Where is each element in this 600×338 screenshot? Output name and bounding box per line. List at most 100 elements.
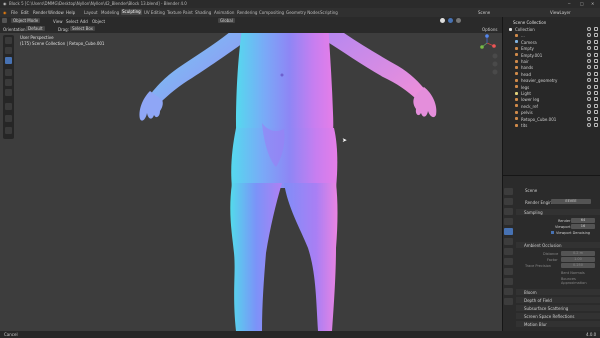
render-visibility-icon[interactable]: [594, 46, 598, 51]
render-tab-icon[interactable]: [504, 198, 513, 205]
tab-sculpting[interactable]: Sculpting: [121, 9, 142, 15]
constraints-tab-icon[interactable]: [504, 288, 513, 295]
eye-icon[interactable]: [587, 52, 591, 57]
annotate-tool-icon[interactable]: [5, 103, 12, 110]
outliner-item[interactable]: head: [503, 71, 600, 77]
orientation-dropdown[interactable]: Default: [26, 26, 45, 31]
outliner-item[interactable]: neck_ref: [503, 103, 600, 109]
menu-help[interactable]: Help: [66, 10, 75, 15]
eye-icon[interactable]: [587, 33, 591, 38]
3d-viewport[interactable]: User Perspective (175) Scene Collection …: [0, 33, 502, 331]
editor-type-icon[interactable]: [2, 18, 7, 23]
outliner-item[interactable]: Retopo_Cube.001: [503, 116, 600, 122]
render-visibility-icon[interactable]: [594, 91, 598, 95]
menu-select[interactable]: Select: [66, 19, 78, 24]
solid-shading-icon[interactable]: [440, 18, 445, 23]
scene-selector[interactable]: Scene: [478, 10, 490, 15]
eye-icon[interactable]: [587, 78, 591, 83]
outliner-item[interactable]: Collection: [503, 26, 600, 32]
menu-object[interactable]: Object: [92, 19, 105, 24]
tab-uv-editing[interactable]: UV Editing: [144, 10, 165, 15]
rendered-shading-icon[interactable]: [456, 18, 461, 23]
physics-tab-icon[interactable]: [504, 278, 513, 285]
minimize-button[interactable]: ─: [568, 1, 570, 6]
eye-icon[interactable]: [587, 97, 591, 102]
navigation-gizmo[interactable]: [476, 34, 500, 80]
render-engine-dropdown[interactable]: EEVEE: [551, 199, 591, 204]
menu-file[interactable]: File: [11, 10, 18, 15]
render-visibility-icon[interactable]: [594, 39, 598, 44]
outliner-item[interactable]: Empty.001: [503, 52, 600, 58]
render-visibility-icon[interactable]: [594, 103, 598, 108]
render-visibility-icon[interactable]: [594, 65, 598, 70]
render-visibility-icon[interactable]: [594, 71, 598, 76]
tab-geometry-nodes[interactable]: Geometry Nodes: [286, 10, 320, 15]
measure-tool-icon[interactable]: [5, 115, 12, 122]
material-shading-icon[interactable]: [448, 18, 453, 23]
eye-icon[interactable]: [587, 39, 591, 44]
eye-icon[interactable]: [587, 110, 591, 115]
render-visibility-icon[interactable]: [594, 97, 598, 102]
distance-field[interactable]: 0.2 m: [561, 251, 595, 256]
ambient-occlusion-section[interactable]: Ambient Occlusion: [516, 242, 600, 248]
drag-dropdown[interactable]: Select Box: [70, 26, 96, 31]
render-visibility-icon[interactable]: [594, 59, 598, 63]
bounces-approx-checkbox[interactable]: Bounces Approximation: [561, 277, 600, 285]
render-visibility-icon[interactable]: [594, 52, 598, 57]
select-tool-icon[interactable]: [5, 37, 12, 44]
eye-icon[interactable]: [587, 123, 591, 127]
scale-tool-icon[interactable]: [5, 79, 12, 86]
tab-texture-paint[interactable]: Texture Paint: [167, 10, 193, 15]
transform-tool-icon[interactable]: [5, 89, 12, 96]
transform-orientation[interactable]: Global: [218, 18, 235, 23]
menu-window[interactable]: Window: [48, 10, 64, 15]
eye-icon[interactable]: [587, 46, 591, 51]
maximize-button[interactable]: □: [580, 1, 584, 6]
render-samples-field[interactable]: 64: [571, 218, 595, 223]
viewport-denoising-checkbox[interactable]: [551, 231, 554, 234]
close-button[interactable]: ✕: [591, 1, 594, 6]
render-visibility-icon[interactable]: [594, 110, 598, 115]
subsurface-section[interactable]: Subsurface Scattering: [516, 305, 600, 311]
eye-icon[interactable]: [587, 71, 591, 76]
options-dropdown[interactable]: Options: [482, 27, 497, 32]
outliner-item[interactable]: Light: [503, 90, 600, 96]
add-cube-tool-icon[interactable]: [5, 127, 12, 134]
render-visibility-icon[interactable]: [594, 27, 598, 31]
factor-field[interactable]: 1.00: [561, 257, 595, 262]
outliner-item[interactable]: ...: [503, 32, 600, 38]
cursor-tool-icon[interactable]: [5, 47, 12, 54]
tab-rendering[interactable]: Rendering: [237, 10, 257, 15]
tab-shading[interactable]: Shading: [195, 10, 211, 15]
viewport-samples-field[interactable]: 16: [571, 224, 595, 229]
depth-of-field-section[interactable]: Depth of Field: [516, 297, 600, 303]
render-visibility-icon[interactable]: [594, 84, 598, 89]
tab-animation[interactable]: Animation: [214, 10, 234, 15]
world-tab-icon[interactable]: [504, 238, 513, 245]
blender-menu-icon[interactable]: ◉: [3, 10, 7, 15]
eye-icon[interactable]: [587, 59, 591, 63]
menu-view[interactable]: View: [53, 19, 63, 24]
object-tab-icon[interactable]: [504, 248, 513, 255]
data-tab-icon[interactable]: [504, 298, 513, 305]
menu-add[interactable]: Add: [80, 19, 88, 24]
move-tool-icon[interactable]: [5, 57, 12, 64]
tab-compositing[interactable]: Compositing: [259, 10, 284, 15]
eye-icon[interactable]: [587, 27, 591, 31]
sampling-section[interactable]: Sampling: [516, 209, 600, 215]
trace-precision-field[interactable]: 0.250: [561, 263, 595, 268]
outliner-item[interactable]: Camera: [503, 39, 600, 45]
rotate-tool-icon[interactable]: [5, 69, 12, 76]
motion-blur-section[interactable]: Motion Blur: [516, 321, 600, 327]
outliner-item[interactable]: tits: [503, 122, 600, 128]
outliner-item[interactable]: hair: [503, 58, 600, 64]
outliner-item[interactable]: heavier_geometry: [503, 77, 600, 83]
mode-selector[interactable]: Object Mode: [11, 18, 41, 23]
outliner-item[interactable]: lower leg: [503, 96, 600, 102]
outliner-item[interactable]: Empty: [503, 45, 600, 51]
tab-scripting[interactable]: Scripting: [320, 10, 338, 15]
bloom-section[interactable]: Bloom: [516, 289, 600, 295]
eye-icon[interactable]: [587, 103, 591, 108]
outliner-item[interactable]: hands: [503, 64, 600, 70]
modifier-tab-icon[interactable]: [504, 258, 513, 265]
